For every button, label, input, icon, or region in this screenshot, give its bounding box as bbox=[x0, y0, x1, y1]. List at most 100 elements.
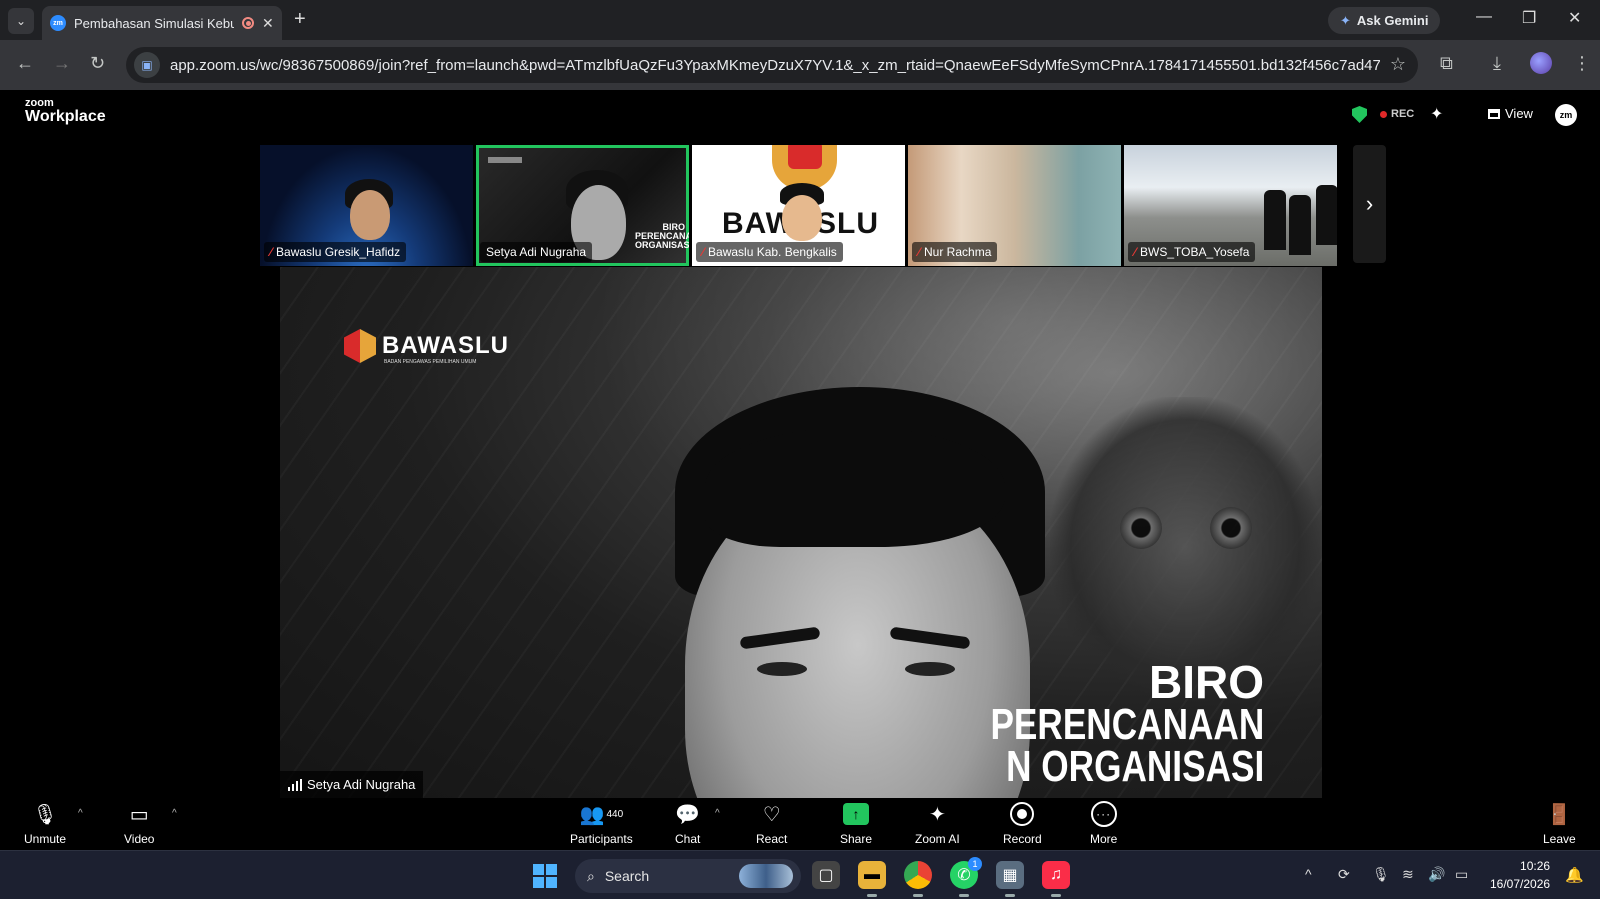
ai-sparkle-icon: ✦ bbox=[928, 803, 946, 826]
profile-avatar[interactable] bbox=[1530, 52, 1552, 74]
video-button[interactable]: ▭ Video bbox=[124, 802, 155, 847]
avatar-face bbox=[782, 195, 822, 241]
record-icon bbox=[1010, 802, 1035, 826]
thumbnail-participant[interactable]: ⁄ BWS_TOBA_Yosefa bbox=[1124, 145, 1337, 266]
battery-icon[interactable]: ▭ bbox=[1455, 866, 1468, 883]
zoom-ai-label: Zoom AI bbox=[915, 832, 960, 846]
scene-figure bbox=[1316, 185, 1337, 245]
calculator-icon[interactable]: ▦ bbox=[996, 861, 1024, 897]
thumbnail-participant[interactable]: ⁄ Nur Rachma bbox=[908, 145, 1121, 266]
whatsapp-icon[interactable]: ✆ 1 bbox=[950, 857, 982, 897]
zoom-workplace-logo: zoom Workplace bbox=[25, 98, 106, 125]
participant-name: Bawaslu Kab. Bengkalis bbox=[708, 245, 837, 259]
react-label: React bbox=[756, 832, 788, 846]
zoom-ai-button[interactable]: ✦ Zoom AI bbox=[915, 802, 960, 847]
os-taskbar: ⌕ Search ▢ ▬ ✆ 1 ▦ ♫ ^ ⟳ 🎙 ≋ 🔊 ▭ 10:26 16… bbox=[0, 850, 1600, 899]
taskbar-search[interactable]: ⌕ Search bbox=[575, 859, 801, 893]
thumbnail-participant[interactable]: ⁄ Bawaslu Gresik_Hafidz bbox=[260, 145, 473, 266]
back-arrow-icon[interactable]: ← bbox=[16, 53, 34, 74]
share-label: Share bbox=[840, 832, 873, 846]
browser-tab[interactable]: zm Pembahasan Simulasi Kebu ✕ bbox=[42, 6, 282, 40]
view-button[interactable]: View bbox=[1488, 106, 1533, 121]
chat-options-chevron-icon[interactable]: ^ bbox=[715, 808, 720, 819]
window-close-icon[interactable]: ✕ bbox=[1568, 8, 1581, 28]
bawaslu-emblem-icon bbox=[344, 329, 376, 363]
site-info-icon[interactable]: ▣ bbox=[134, 52, 160, 78]
address-bar[interactable]: ▣ app.zoom.us/wc/98367500869/join?ref_fr… bbox=[126, 47, 1418, 83]
wifi-icon[interactable]: ≋ bbox=[1402, 866, 1414, 883]
windows-start-icon[interactable] bbox=[533, 864, 557, 888]
notification-bell-icon[interactable]: 🔔 bbox=[1565, 866, 1584, 884]
sync-icon[interactable]: ⟳ bbox=[1338, 866, 1350, 883]
owl-artwork bbox=[1050, 397, 1320, 697]
next-page-chevron-icon[interactable]: › bbox=[1353, 145, 1386, 263]
record-button[interactable]: Record bbox=[1003, 802, 1042, 846]
encryption-shield-icon[interactable] bbox=[1352, 106, 1367, 123]
participants-icon: 👥 440 bbox=[579, 803, 624, 826]
video-options-chevron-icon[interactable]: ^ bbox=[172, 808, 177, 819]
bookmark-star-icon[interactable]: ☆ bbox=[1390, 54, 1406, 75]
restore-icon[interactable]: ❐ bbox=[1522, 8, 1536, 28]
url-text[interactable]: app.zoom.us/wc/98367500869/join?ref_from… bbox=[170, 57, 1380, 74]
browser-menu-icon[interactable]: ⋮ bbox=[1573, 53, 1591, 74]
participant-name: Setya Adi Nugraha bbox=[486, 245, 587, 259]
reload-icon[interactable]: ↻ bbox=[90, 53, 105, 74]
file-explorer-icon[interactable]: ▬ bbox=[858, 861, 886, 897]
chat-label: Chat bbox=[675, 832, 701, 846]
more-button[interactable]: ··· More bbox=[1090, 801, 1118, 846]
participants-button[interactable]: 👥 440 Participants bbox=[570, 802, 633, 847]
chat-button[interactable]: 💬 Chat bbox=[675, 802, 701, 847]
speaker-name: Setya Adi Nugraha bbox=[307, 777, 416, 792]
participant-thumbnail-strip: ⁄ Bawaslu Gresik_Hafidz BIRO PERENCANAAN… bbox=[260, 145, 1337, 266]
participants-count: 440 bbox=[606, 808, 624, 820]
minimize-icon[interactable]: — bbox=[1476, 8, 1492, 26]
account-avatar[interactable]: zm bbox=[1555, 104, 1577, 126]
music-icon[interactable]: ♫ bbox=[1042, 861, 1070, 897]
forward-arrow-icon[interactable]: → bbox=[53, 53, 71, 74]
share-button[interactable]: ↑ Share bbox=[840, 802, 872, 846]
audio-options-chevron-icon[interactable]: ^ bbox=[78, 808, 83, 819]
thumbnail-label: ⁄ Nur Rachma bbox=[912, 242, 998, 262]
leave-label: Leave bbox=[1543, 832, 1576, 846]
microphone-tray-icon[interactable]: 🎙 bbox=[1372, 866, 1390, 883]
download-icon[interactable]: ⤓ bbox=[1493, 53, 1501, 74]
task-view-icon[interactable]: ▢ bbox=[812, 861, 840, 889]
chrome-icon[interactable] bbox=[904, 861, 932, 897]
recording-dot-icon bbox=[1380, 110, 1387, 118]
active-speaker-video[interactable]: BAWASLU BADAN PENGAWAS PEMILIHAN UMUM BI… bbox=[280, 267, 1322, 798]
thumbnail-label: ⁄ Bawaslu Kab. Bengkalis bbox=[696, 242, 843, 262]
new-tab-button[interactable]: + bbox=[294, 8, 306, 31]
zoom-favicon-icon: zm bbox=[50, 15, 66, 31]
participant-name: Nur Rachma bbox=[924, 245, 992, 259]
system-clock[interactable]: 10:26 16/07/2026 bbox=[1490, 857, 1550, 893]
leave-button[interactable]: 🚪 Leave bbox=[1543, 802, 1576, 847]
tray-chevron-icon[interactable]: ^ bbox=[1305, 866, 1312, 882]
react-button[interactable]: ♡ React bbox=[756, 802, 788, 847]
unmute-button[interactable]: 🎙 Unmute bbox=[24, 802, 66, 847]
mic-muted-icon: ⁄ bbox=[270, 245, 273, 259]
ask-gemini-button[interactable]: ✦ Ask Gemini bbox=[1328, 7, 1441, 34]
tab-search-button[interactable]: ⌄ bbox=[8, 8, 34, 34]
recording-indicator[interactable]: REC bbox=[1380, 108, 1414, 120]
volume-icon[interactable]: 🔊 bbox=[1428, 866, 1445, 883]
chat-bubble-icon: 💬 bbox=[675, 803, 701, 826]
search-placeholder: Search bbox=[604, 868, 650, 884]
thumbnail-participant-active[interactable]: BIRO PERENCANAAN ORGANISASI Setya Adi Nu… bbox=[476, 145, 689, 266]
clock-time: 10:26 bbox=[1520, 859, 1551, 873]
extensions-icon[interactable]: ⧉ bbox=[1440, 53, 1453, 74]
ask-gemini-label: Ask Gemini bbox=[1356, 13, 1429, 28]
more-label: More bbox=[1090, 832, 1118, 846]
scene-figure bbox=[1264, 190, 1286, 250]
video-label: Video bbox=[124, 832, 155, 846]
participants-label: Participants bbox=[570, 832, 633, 846]
browser-tab-bar: ⌄ zm Pembahasan Simulasi Kebu ✕ + ✦ Ask … bbox=[0, 0, 1600, 40]
thumb-watermark: BIRO PERENCANAAN ORGANISASI bbox=[635, 222, 689, 250]
mic-muted-icon: ⁄ bbox=[702, 245, 705, 259]
tab-recording-icon bbox=[242, 17, 254, 29]
speaker-hairline bbox=[705, 427, 1005, 547]
thumbnail-participant[interactable]: BAWASLU ⁄ Bawaslu Kab. Bengkalis bbox=[692, 145, 905, 266]
tab-close-icon[interactable]: ✕ bbox=[262, 15, 274, 32]
speaker-name-label: Setya Adi Nugraha bbox=[280, 771, 424, 798]
ai-companion-icon[interactable]: ✦ bbox=[1430, 104, 1443, 124]
view-label: View bbox=[1505, 106, 1533, 121]
